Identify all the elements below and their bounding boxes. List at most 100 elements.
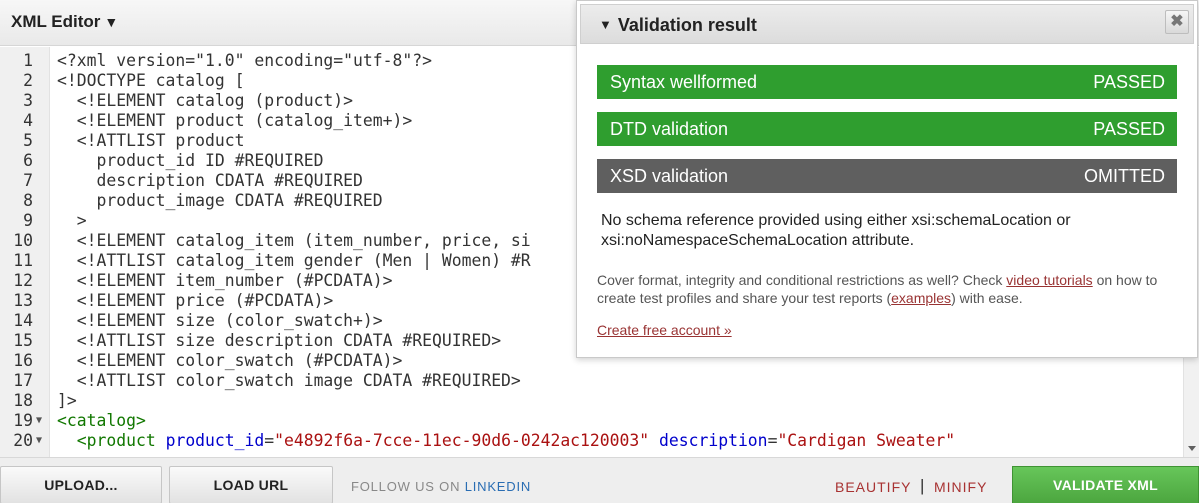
code-text: <?xml version="1.0" encoding="utf-8"?> (57, 51, 432, 71)
footer-toolbar: UPLOAD... LOAD URL FOLLOW US ON LINKEDIN… (0, 457, 1199, 503)
code-token: <!ELEMENT product (catalog_item+)> (57, 111, 413, 130)
code-token: <!ATTLIST product (57, 131, 245, 150)
panel-title: ▼ Validation result (599, 15, 757, 36)
code-token: product_id ID #REQUIRED (57, 151, 324, 170)
line-number: 5 (23, 131, 33, 150)
code-text: <!ATTLIST catalog_item gender (Men | Wom… (57, 251, 531, 271)
code-text: <!ELEMENT catalog_item (item_number, pri… (57, 231, 531, 251)
result-label: XSD validation (610, 166, 729, 186)
code-text: > (57, 211, 87, 231)
line-number: 7 (23, 171, 33, 190)
code-token: <!ELEMENT catalog (product)> (57, 91, 354, 110)
code-text: <!ELEMENT catalog (product)> (57, 91, 353, 111)
load-url-button[interactable]: LOAD URL (169, 466, 333, 503)
line-number: 8 (23, 191, 33, 210)
code-text: <!ATTLIST color_swatch image CDATA #REQU… (57, 371, 521, 391)
line-number: 10 (13, 231, 33, 250)
line-number: 3 (23, 91, 33, 110)
code-text: <!ELEMENT color_swatch (#PCDATA)> (57, 351, 403, 371)
beautify-button[interactable]: BEAUTIFY (835, 479, 911, 495)
code-token: "e4892f6a-7cce-11ec-90d6-0242ac120003" (274, 431, 650, 450)
collapse-triangle-icon[interactable]: ▼ (599, 17, 612, 32)
code-token: <!ELEMENT item_number (#PCDATA)> (57, 271, 393, 290)
result-syntax-wellformed: Syntax wellformed PASSED (597, 65, 1177, 99)
close-icon[interactable]: ✖ (1165, 10, 1189, 34)
upload-button[interactable]: UPLOAD... (0, 466, 162, 503)
line-number: 4 (23, 111, 33, 130)
scroll-down-arrow-icon[interactable] (1188, 446, 1196, 451)
promo-text-part: ) with ease. (951, 290, 1023, 306)
line-number: 13 (13, 291, 33, 310)
editor-title-menu[interactable]: XML Editor ▼ (11, 12, 118, 32)
follow-us-label: FOLLOW US ON (351, 479, 465, 494)
code-text: description CDATA #REQUIRED (57, 171, 363, 191)
result-status: PASSED (1093, 72, 1165, 92)
code-text: ]> (57, 391, 77, 411)
code-token: <product (76, 431, 156, 450)
minify-button[interactable]: MINIFY (934, 479, 987, 495)
follow-us: FOLLOW US ON LINKEDIN (351, 479, 531, 494)
line-number: 11 (13, 251, 33, 270)
code-text: <!ELEMENT price (#PCDATA)> (57, 291, 334, 311)
code-token: <!ATTLIST catalog_item gender (Men | Wom… (57, 251, 531, 270)
code-token: > (57, 211, 87, 230)
code-token: <!ELEMENT size (color_swatch+)> (57, 311, 383, 330)
video-tutorials-link[interactable]: video tutorials (1006, 272, 1092, 288)
result-label: DTD validation (610, 119, 729, 139)
promo-text: Cover format, integrity and conditional … (597, 271, 1187, 307)
code-text: <!ATTLIST size description CDATA #REQUIR… (57, 331, 501, 351)
promo-text-part: Cover format, integrity and conditional … (597, 272, 1007, 288)
code-token: ]> (57, 391, 77, 410)
code-token: description CDATA #REQUIRED (57, 171, 363, 190)
code-token: <!ELEMENT color_swatch (#PCDATA)> (57, 351, 403, 370)
line-number: 18 (13, 391, 33, 410)
result-status: OMITTED (1084, 166, 1165, 186)
caret-down-icon: ▼ (104, 14, 119, 30)
code-token: <!ELEMENT catalog_item (item_number, pri… (57, 231, 531, 250)
line-number: 20 (13, 431, 33, 450)
linkedin-link[interactable]: LINKEDIN (465, 479, 531, 494)
code-line[interactable]: 18 ]> (0, 391, 1199, 411)
line-number: 9 (23, 211, 33, 230)
panel-header[interactable]: ▼ Validation result (580, 4, 1194, 44)
result-xsd-validation: XSD validation OMITTED (597, 159, 1177, 193)
code-line[interactable]: 19 ▼ <catalog> (0, 411, 1199, 431)
code-token: description (659, 431, 768, 450)
code-text: <catalog> (57, 411, 146, 431)
fold-arrow-icon[interactable]: ▼ (36, 431, 42, 451)
code-token: product_id (165, 431, 265, 450)
code-text: <!ELEMENT size (color_swatch+)> (57, 311, 383, 331)
code-token: <!ELEMENT price (#PCDATA)> (57, 291, 334, 310)
code-token: <!ATTLIST color_swatch image CDATA #REQU… (57, 371, 521, 390)
code-token: <!ATTLIST size description CDATA #REQUIR… (57, 331, 502, 350)
panel-title-text: Validation result (617, 15, 757, 35)
examples-link[interactable]: examples (891, 290, 951, 306)
result-label: Syntax wellformed (610, 72, 758, 92)
code-text: <!ELEMENT item_number (#PCDATA)> (57, 271, 393, 291)
code-line[interactable]: 17 <!ATTLIST color_swatch image CDATA #R… (0, 371, 1199, 391)
create-account: Create free account » (597, 321, 732, 339)
fold-arrow-icon[interactable]: ▼ (36, 411, 42, 431)
validate-xml-button[interactable]: VALIDATE XML (1012, 466, 1199, 503)
line-number: 6 (23, 151, 33, 170)
code-text: product_image CDATA #REQUIRED (57, 191, 383, 211)
code-text: <!ATTLIST product (57, 131, 245, 151)
format-separator: | (920, 476, 925, 495)
code-token: <catalog> (57, 411, 146, 430)
code-token: <?xml version="1.0" encoding="utf-8"?> (57, 51, 432, 70)
line-number: 2 (23, 71, 33, 90)
code-line[interactable]: 20 ▼ <product product_id = "e4892f6a-7cce-1… (0, 431, 1199, 451)
line-number: 17 (13, 371, 33, 390)
line-number: 15 (13, 331, 33, 350)
code-text: <!ELEMENT product (catalog_item+)> (57, 111, 413, 131)
create-free-account-link[interactable]: Create free account » (597, 322, 732, 338)
code-text: <!DOCTYPE catalog [ (57, 71, 245, 91)
code-text: <product product_id = "e4892f6a-7cce-11ec-… (57, 431, 955, 451)
code-token: product_image CDATA #REQUIRED (57, 191, 383, 210)
line-number: 19 (13, 411, 33, 430)
code-token: = (767, 431, 778, 450)
editor-title: XML Editor (11, 12, 101, 31)
